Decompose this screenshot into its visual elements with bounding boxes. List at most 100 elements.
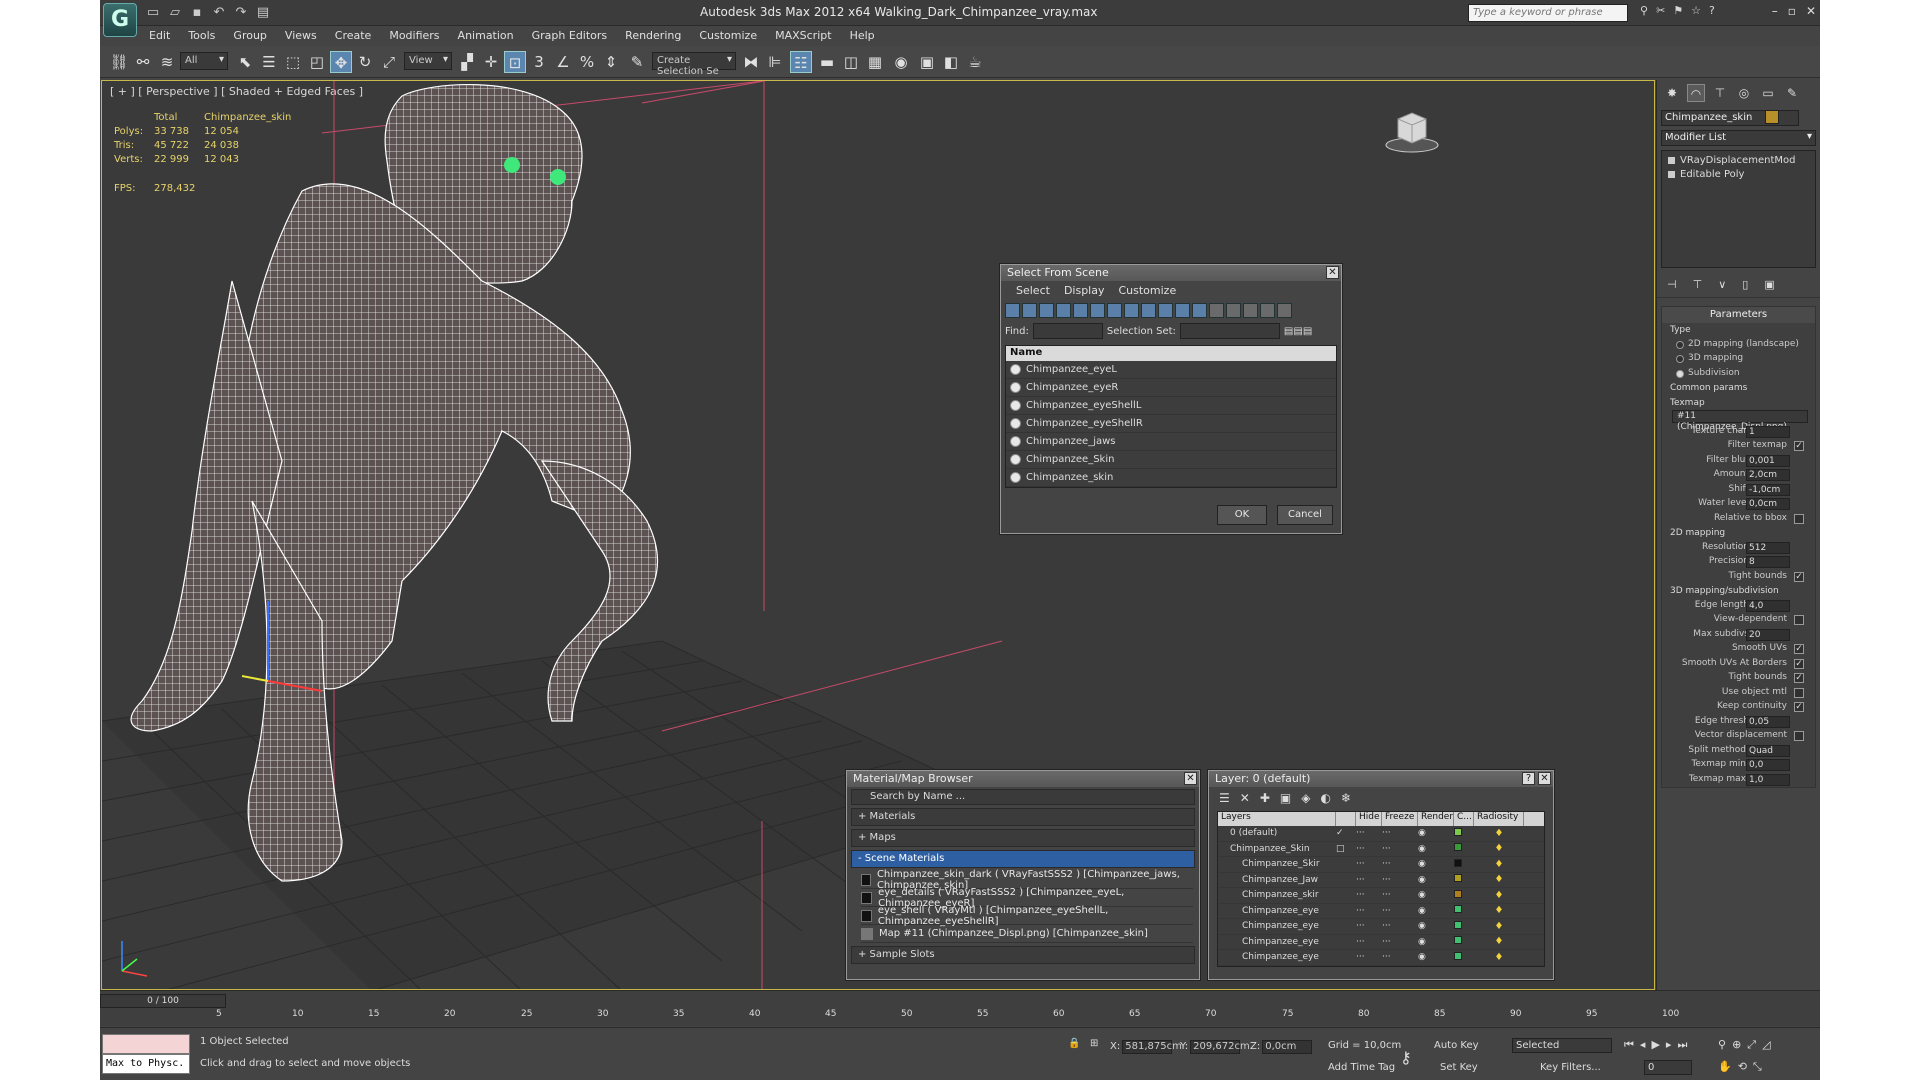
scene-object-list[interactable]: Name Chimpanzee_eyeL Chimpanzee_eyeR Chi… bbox=[1005, 345, 1337, 488]
open-file-icon[interactable]: ▱ bbox=[166, 4, 184, 22]
freeze-all-icon[interactable]: ❄ bbox=[1341, 791, 1351, 805]
cancel-button[interactable]: Cancel bbox=[1277, 505, 1333, 525]
freeze-toggle[interactable]: ··· bbox=[1382, 859, 1418, 869]
display-shapes-icon[interactable] bbox=[1022, 303, 1037, 318]
close-icon[interactable]: ✕ bbox=[1538, 772, 1551, 785]
rect-selection-icon[interactable]: ⬚ bbox=[282, 51, 304, 73]
hide-toggle[interactable]: ··· bbox=[1356, 921, 1382, 931]
link-icon[interactable]: ⛓ bbox=[108, 51, 130, 73]
layer-color-swatch[interactable] bbox=[1454, 843, 1462, 852]
filter-icon[interactable] bbox=[1260, 303, 1275, 318]
select-by-name-icon[interactable]: ☰ bbox=[258, 51, 280, 73]
display-none-icon[interactable] bbox=[1226, 303, 1241, 318]
layer-color-cell[interactable] bbox=[1454, 827, 1474, 839]
freeze-toggle[interactable]: ··· bbox=[1382, 906, 1418, 916]
hide-toggle[interactable]: ··· bbox=[1356, 952, 1382, 962]
table-row[interactable]: Chimpanzee_eye ··· ··· ◉ ♦ bbox=[1218, 935, 1544, 950]
param-checkbox[interactable]: ✓ bbox=[1794, 702, 1804, 712]
stack-item-vraydisplacement[interactable]: VRayDisplacementMod bbox=[1666, 155, 1811, 169]
delete-layer-icon[interactable]: ✕ bbox=[1240, 791, 1250, 805]
param-spinner[interactable]: 0,001 bbox=[1746, 454, 1790, 467]
layer-color-cell[interactable] bbox=[1454, 951, 1474, 963]
param-checkbox[interactable] bbox=[1794, 731, 1804, 741]
display-geometry-icon[interactable] bbox=[1005, 303, 1020, 318]
display-hidden-icon[interactable] bbox=[1192, 303, 1207, 318]
layer-color-swatch[interactable] bbox=[1454, 920, 1462, 929]
radiosity-bulb-icon[interactable]: ♦ bbox=[1474, 828, 1524, 839]
radio-label[interactable]: Subdivision bbox=[1688, 368, 1740, 378]
param-checkbox[interactable] bbox=[1794, 615, 1804, 625]
render-teapot-icon[interactable]: ◉ bbox=[1418, 844, 1454, 854]
sfs-menu-select[interactable]: Select bbox=[1009, 284, 1057, 297]
menu-animation[interactable]: Animation bbox=[449, 26, 523, 46]
param-spinner[interactable]: 0,0cm bbox=[1746, 498, 1790, 510]
display-tab-icon[interactable]: ▭ bbox=[1759, 84, 1777, 102]
mirror-icon[interactable]: ⧓ bbox=[740, 51, 762, 73]
go-to-start-icon[interactable]: ⏮ bbox=[1624, 1038, 1634, 1052]
render-setup-icon[interactable]: ▣ bbox=[916, 51, 938, 73]
render-teapot-icon[interactable]: ◉ bbox=[1418, 890, 1454, 900]
menu-rendering[interactable]: Rendering bbox=[616, 26, 690, 46]
layer-color-cell[interactable] bbox=[1454, 858, 1474, 870]
add-to-layer-icon[interactable]: ✚ bbox=[1260, 791, 1270, 805]
param-spinner[interactable]: 0,0 bbox=[1746, 759, 1790, 771]
key-selection-dropdown[interactable]: Selected bbox=[1512, 1038, 1612, 1053]
radiosity-bulb-icon[interactable]: ♦ bbox=[1474, 905, 1524, 916]
hide-toggle[interactable]: ··· bbox=[1356, 828, 1382, 838]
table-row[interactable]: Chimpanzee_eye ··· ··· ◉ ♦ bbox=[1218, 950, 1544, 966]
edit-named-selection-icon[interactable]: ✎ bbox=[626, 51, 648, 73]
display-all-icon[interactable] bbox=[1209, 303, 1224, 318]
modifier-list-dropdown[interactable]: Modifier List ▾ bbox=[1661, 130, 1816, 146]
display-bones-icon[interactable] bbox=[1141, 303, 1156, 318]
display-invert-icon[interactable] bbox=[1243, 303, 1258, 318]
unlink-icon[interactable]: ⚯ bbox=[132, 51, 154, 73]
param-spinner[interactable]: 1 bbox=[1746, 425, 1790, 438]
close-icon[interactable]: ✕ bbox=[1184, 772, 1197, 785]
table-row[interactable]: Chimpanzee_eye ··· ··· ◉ ♦ bbox=[1218, 919, 1544, 935]
render-teapot-icon[interactable]: ◉ bbox=[1418, 875, 1454, 885]
layer-color-swatch[interactable] bbox=[1454, 827, 1462, 836]
radiosity-bulb-icon[interactable]: ♦ bbox=[1474, 859, 1524, 870]
list-item[interactable]: Chimpanzee_jaws bbox=[1006, 433, 1336, 451]
current-layer-toggle[interactable]: ✓ bbox=[1336, 828, 1356, 838]
pin-stack-icon[interactable]: ⊣ bbox=[1667, 278, 1677, 291]
schematic-view-icon[interactable]: ▦ bbox=[864, 51, 886, 73]
radiosity-bulb-icon[interactable]: ♦ bbox=[1474, 874, 1524, 885]
maxscript-listener[interactable]: Max to Physc. bbox=[102, 1034, 190, 1074]
sample-slots-rollout[interactable]: + Sample Slots bbox=[851, 946, 1195, 964]
param-spinner[interactable]: 20 bbox=[1746, 628, 1790, 641]
list-item[interactable]: Chimpanzee_skin bbox=[1006, 469, 1336, 487]
hide-toggle[interactable]: ··· bbox=[1356, 906, 1382, 916]
render-teapot-icon[interactable]: ◉ bbox=[1418, 921, 1454, 931]
radiosity-bulb-icon[interactable]: ♦ bbox=[1474, 921, 1524, 932]
orbit-icon[interactable]: ⟲ bbox=[1738, 1060, 1747, 1074]
viewcube-icon[interactable] bbox=[1384, 109, 1440, 155]
param-spinner[interactable]: Quad bbox=[1746, 744, 1790, 757]
select-move-icon[interactable]: ✥ bbox=[330, 51, 352, 73]
rendered-frame-icon[interactable]: ◧ bbox=[940, 51, 962, 73]
reference-coord-dropdown[interactable]: View bbox=[404, 52, 452, 70]
radiosity-bulb-icon[interactable]: ♦ bbox=[1474, 843, 1524, 854]
menu-modifiers[interactable]: Modifiers bbox=[380, 26, 448, 46]
layer-color-swatch[interactable] bbox=[1454, 874, 1462, 883]
parameters-rollout-title[interactable]: Parameters bbox=[1662, 307, 1815, 323]
hide-toggle[interactable]: ··· bbox=[1356, 859, 1382, 869]
select-manipulate-icon[interactable]: ✛ bbox=[480, 51, 502, 73]
layer-color-swatch[interactable] bbox=[1454, 905, 1462, 914]
list-item[interactable]: Chimpanzee_eyeR bbox=[1006, 379, 1336, 397]
menu-maxscript[interactable]: MAXScript bbox=[766, 26, 840, 46]
key-icon[interactable]: ⚷ bbox=[1400, 1048, 1412, 1067]
favorites-icon[interactable]: ☆ bbox=[1691, 4, 1701, 17]
freeze-toggle[interactable]: ··· bbox=[1382, 921, 1418, 931]
maxscript-output[interactable] bbox=[102, 1034, 190, 1054]
x-input[interactable]: 581,875cm bbox=[1122, 1040, 1182, 1054]
modify-tab-icon[interactable]: ◠ bbox=[1687, 84, 1705, 102]
list-item[interactable]: Chimpanzee_eyeShellR bbox=[1006, 415, 1336, 433]
list-header-name[interactable]: Name bbox=[1006, 346, 1336, 361]
z-input[interactable]: 0,0cm bbox=[1262, 1040, 1313, 1054]
render-teapot-icon[interactable]: ◉ bbox=[1418, 937, 1454, 947]
make-unique-icon[interactable]: ∨ bbox=[1718, 278, 1726, 291]
render-teapot-icon[interactable]: ◉ bbox=[1418, 906, 1454, 916]
play-icon[interactable]: ▶ bbox=[1651, 1038, 1659, 1052]
param-checkbox[interactable]: ✓ bbox=[1794, 673, 1804, 683]
